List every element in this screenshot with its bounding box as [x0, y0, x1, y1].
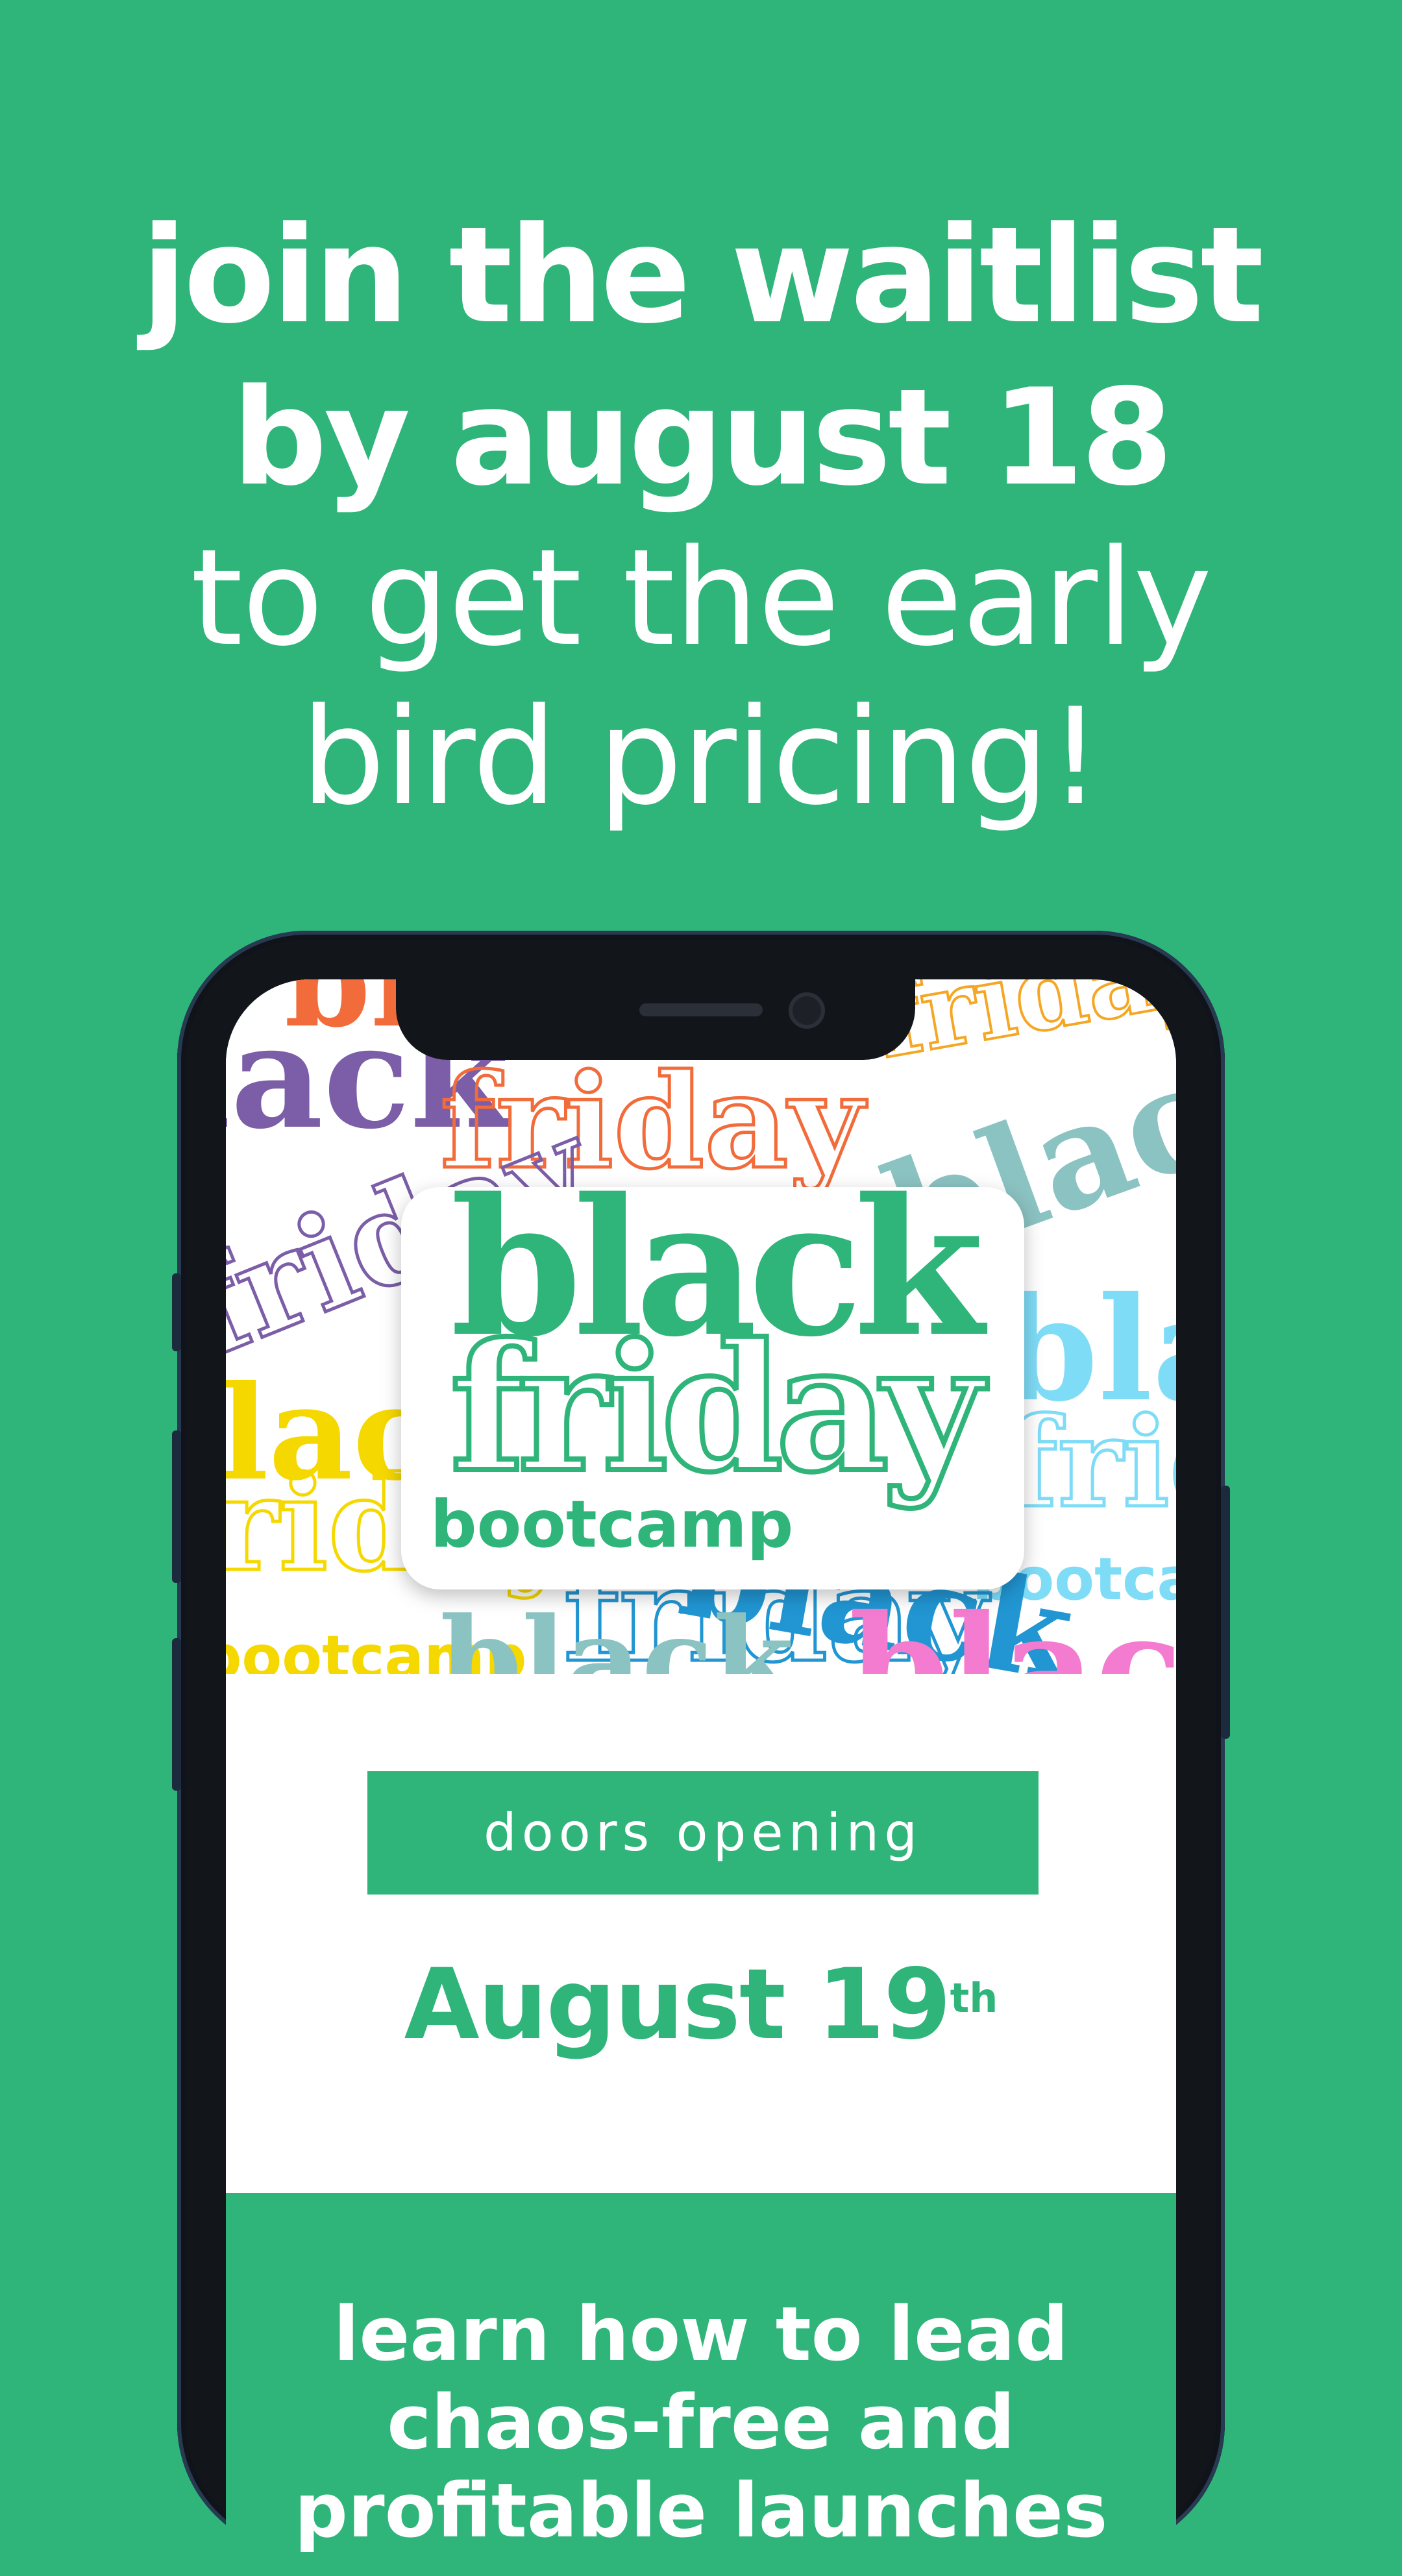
logo-bootcamp: bootcamp — [430, 1486, 794, 1562]
phone-notch — [396, 977, 915, 1060]
phone-mute-switch — [172, 1273, 181, 1351]
black-friday-bootcamp-logo: black friday bootcamp — [401, 1174, 1024, 1589]
opening-date-main: August 19 — [404, 1948, 952, 2061]
learn-section: learn how to lead chaos-free and profita… — [226, 2193, 1176, 2576]
sticker-black-pink: black — [849, 1583, 1176, 1674]
learn-line-3: profitable launches — [294, 2468, 1108, 2555]
learn-line-1: learn how to lead — [333, 2291, 1069, 2378]
headline-line-3: to get the early — [190, 521, 1212, 676]
logo-friday: friday — [447, 1305, 986, 1511]
phone-screen: black black friday friday friday black b… — [226, 979, 1176, 2576]
phone-speaker — [639, 1003, 763, 1016]
headline: join the waitlist by august 18 to get th… — [0, 195, 1402, 837]
camera-icon — [789, 992, 825, 1029]
phone-volume-down-button — [172, 1638, 181, 1791]
sticker-black-grayteal-2: black — [440, 1592, 794, 1674]
phone-mockup: black black friday friday friday black b… — [172, 931, 1230, 2576]
headline-line-4: bird pricing! — [301, 680, 1101, 835]
hero-banner: black black friday friday friday black b… — [226, 979, 1176, 1674]
opening-date-suffix: th — [950, 1974, 998, 2022]
learn-text: learn how to lead chaos-free and profita… — [226, 2290, 1176, 2555]
sticker-friday-lightblue: friday — [1003, 1390, 1176, 1535]
phone-power-button — [1221, 1486, 1230, 1739]
doors-opening-banner: doors opening — [367, 1771, 1039, 1895]
learn-line-2: chaos-free and — [387, 2379, 1015, 2466]
phone-volume-up-button — [172, 1430, 181, 1583]
headline-line-1: join the waitlist — [141, 199, 1264, 353]
opening-date: August 19th — [226, 1946, 1176, 2063]
headline-line-2: by august 18 — [232, 361, 1173, 515]
